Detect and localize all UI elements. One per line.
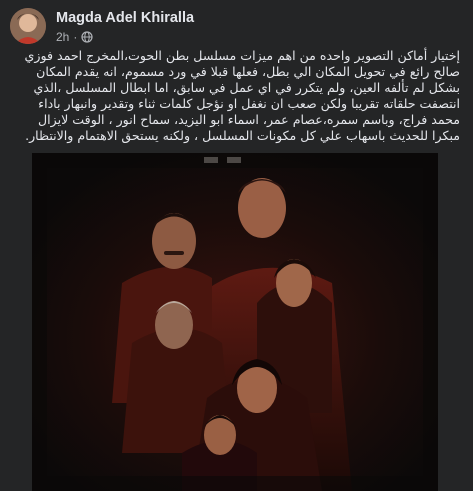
- post-time[interactable]: 2h: [56, 30, 69, 44]
- series-poster: [32, 153, 438, 491]
- post-text: إختيار أماكن التصوير واحده من اهم ميزات …: [24, 48, 461, 143]
- avatar-photo: [10, 8, 46, 44]
- post-header: Magda Adel Khiralla 2h ·: [10, 8, 460, 48]
- meta-separator: ·: [73, 30, 78, 44]
- facebook-post: Magda Adel Khiralla 2h · إختيار أماكن ال…: [0, 0, 473, 491]
- post-image[interactable]: [32, 153, 438, 491]
- globe-icon: [81, 31, 93, 43]
- author-name[interactable]: Magda Adel Khiralla: [56, 10, 194, 26]
- post-meta: 2h ·: [56, 30, 93, 44]
- avatar[interactable]: [10, 8, 46, 44]
